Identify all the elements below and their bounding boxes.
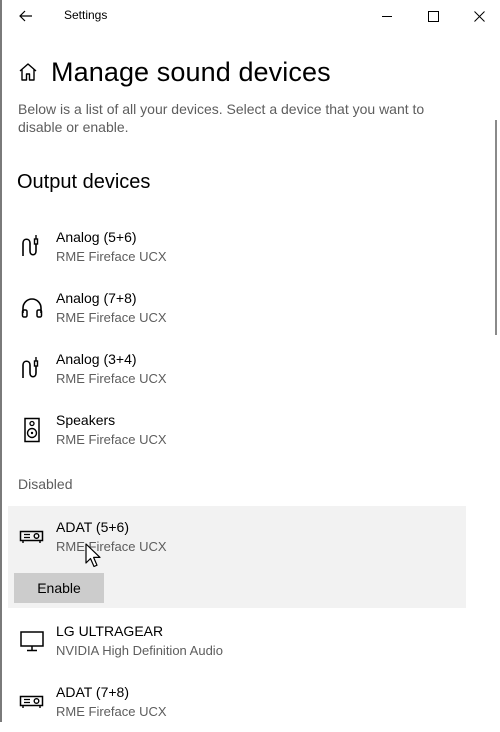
speaker-icon [18, 416, 46, 444]
window-title: Settings [64, 8, 108, 22]
device-name: LG ULTRAGEAR [56, 623, 164, 639]
device-item[interactable]: Speakers RME Fireface UCX [18, 412, 458, 460]
line-out-icon [18, 233, 46, 261]
device-item-selected[interactable]: ADAT (5+6) RME Fireface UCX [18, 519, 458, 567]
enable-button[interactable]: Enable [14, 573, 104, 603]
device-name: Analog (7+8) [56, 290, 137, 306]
output-devices-heading: Output devices [17, 171, 151, 193]
back-button[interactable] [10, 0, 42, 32]
headphones-icon [18, 294, 46, 322]
device-item[interactable]: ADAT (7+8) RME Fireface UCX [18, 684, 458, 732]
back-icon [19, 10, 32, 22]
minimize-button[interactable] [364, 0, 410, 32]
device-subtitle: RME Fireface UCX [56, 371, 167, 386]
page-title: Manage sound devices [51, 56, 331, 87]
page-description: Below is a list of all your devices. Sel… [18, 101, 425, 135]
device-name: Analog (5+6) [56, 229, 137, 245]
device-name: Speakers [56, 412, 116, 428]
home-icon[interactable] [18, 62, 38, 82]
device-item[interactable]: Analog (7+8) RME Fireface UCX [18, 290, 458, 338]
device-item[interactable]: LG ULTRAGEAR NVIDIA High Definition Audi… [18, 623, 458, 671]
maximize-icon [427, 10, 439, 22]
close-icon [473, 10, 485, 22]
device-subtitle: RME Fireface UCX [56, 310, 167, 325]
monitor-icon [18, 627, 46, 655]
maximize-button[interactable] [410, 0, 456, 32]
disabled-heading: Disabled [18, 476, 73, 492]
device-name: ADAT (5+6) [56, 519, 130, 535]
projector-icon [18, 688, 46, 716]
device-subtitle: RME Fireface UCX [56, 249, 167, 264]
scrollbar-thumb[interactable] [495, 120, 497, 335]
page-header: Manage sound devices [18, 56, 331, 88]
mouse-cursor-icon [85, 543, 101, 568]
device-subtitle: RME Fireface UCX [56, 539, 167, 554]
device-item[interactable]: Analog (5+6) RME Fireface UCX [18, 229, 458, 277]
device-name: ADAT (7+8) [56, 684, 130, 700]
minimize-icon [381, 15, 392, 17]
line-out-icon [18, 355, 46, 383]
device-subtitle: NVIDIA High Definition Audio [56, 643, 223, 658]
device-subtitle: RME Fireface UCX [56, 432, 167, 447]
device-item[interactable]: Analog (3+4) RME Fireface UCX [18, 351, 458, 399]
title-bar: Settings [2, 0, 500, 32]
projector-icon [18, 523, 46, 551]
close-button[interactable] [456, 0, 500, 32]
window-left-border [0, 0, 2, 722]
device-subtitle: RME Fireface UCX [56, 704, 167, 719]
device-name: Analog (3+4) [56, 351, 137, 367]
